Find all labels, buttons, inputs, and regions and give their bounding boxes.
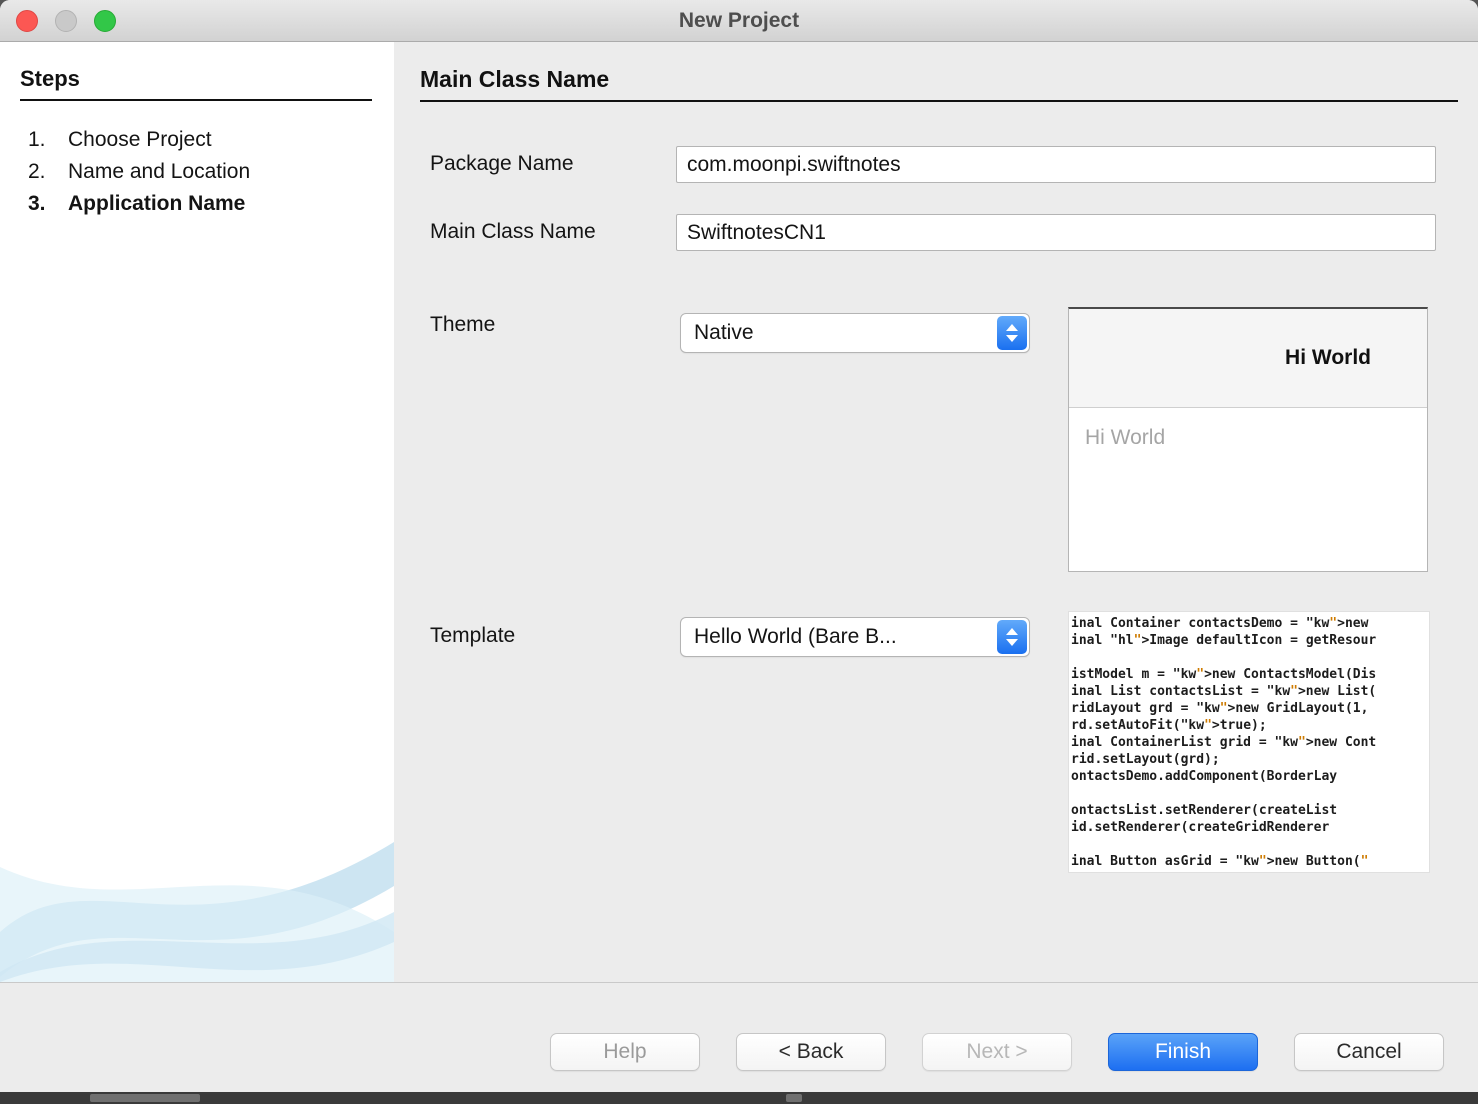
step-number: 1. bbox=[28, 128, 46, 152]
code-line: istModel m = "kw">new ContactsModel(Dis bbox=[1071, 666, 1429, 683]
finish-button[interactable]: Finish bbox=[1108, 1033, 1258, 1071]
obscured-window-strip bbox=[0, 1092, 1478, 1104]
panel-title-rule bbox=[420, 100, 1458, 102]
stepper-arrows-icon bbox=[997, 316, 1027, 350]
code-line: rid.setLayout(grd); bbox=[1071, 751, 1429, 768]
obscured-content bbox=[786, 1094, 802, 1102]
code-line: inal "hl">Image defaultIcon = getResour bbox=[1071, 632, 1429, 649]
code-line: rd.setAutoFit("kw">true); bbox=[1071, 717, 1429, 734]
code-line: inal List contactsList = "kw">new List( bbox=[1071, 683, 1429, 700]
package-name-input[interactable] bbox=[676, 146, 1436, 183]
next-button[interactable]: Next > bbox=[922, 1033, 1072, 1071]
theme-preview-titlebar-text: Hi World bbox=[1069, 309, 1427, 408]
step-item-application-name: 3. Application Name bbox=[0, 192, 394, 222]
window-title: New Project bbox=[0, 9, 1478, 33]
template-select-value: Hello World (Bare B... bbox=[694, 625, 897, 649]
code-line bbox=[1071, 785, 1429, 802]
obscured-content bbox=[90, 1094, 200, 1102]
code-line bbox=[1071, 649, 1429, 666]
dialog-footer: Help < Back Next > Finish Cancel bbox=[0, 982, 1478, 1092]
template-select[interactable]: Hello World (Bare B... bbox=[680, 617, 1030, 657]
panel-title: Main Class Name bbox=[420, 66, 609, 93]
stepper-arrows-icon bbox=[997, 620, 1027, 654]
code-line: ontactsDemo.addComponent(BorderLay bbox=[1071, 768, 1429, 785]
step-label: Application Name bbox=[68, 192, 245, 216]
main-class-name-label: Main Class Name bbox=[430, 220, 596, 244]
code-line: inal ContainerList grid = "kw">new Cont bbox=[1071, 734, 1429, 751]
step-label: Choose Project bbox=[68, 128, 212, 152]
main-panel: Main Class Name Package Name Main Class … bbox=[394, 42, 1478, 982]
step-label: Name and Location bbox=[68, 160, 250, 184]
watermark-graphic bbox=[0, 782, 394, 982]
code-line: id.setRenderer(createGridRenderer bbox=[1071, 819, 1429, 836]
step-number: 2. bbox=[28, 160, 46, 184]
steps-heading-rule bbox=[20, 99, 372, 101]
steps-heading: Steps bbox=[20, 66, 80, 92]
new-project-dialog: New Project Steps 1. Choose Project 2. N… bbox=[0, 0, 1478, 1104]
step-item-name-and-location: 2. Name and Location bbox=[0, 160, 394, 190]
theme-preview-image: Hi World Hi World bbox=[1068, 307, 1428, 572]
main-class-name-input[interactable] bbox=[676, 214, 1436, 251]
window-titlebar: New Project bbox=[0, 0, 1478, 42]
code-line: ontactsList.setRenderer(createList bbox=[1071, 802, 1429, 819]
template-code-preview: inal Container contactsDemo = "kw">new i… bbox=[1068, 611, 1430, 873]
code-line: inal Button asGrid = "kw">new Button(" bbox=[1071, 853, 1429, 870]
step-number: 3. bbox=[28, 192, 46, 216]
theme-label: Theme bbox=[430, 313, 495, 337]
code-line: inal Container contactsDemo = "kw">new bbox=[1071, 615, 1429, 632]
template-label: Template bbox=[430, 624, 515, 648]
back-button[interactable]: < Back bbox=[736, 1033, 886, 1071]
theme-preview-body-text: Hi World bbox=[1069, 408, 1427, 450]
theme-select-value: Native bbox=[694, 321, 754, 345]
theme-select[interactable]: Native bbox=[680, 313, 1030, 353]
code-line: ridLayout grd = "kw">new GridLayout(1, bbox=[1071, 700, 1429, 717]
steps-sidebar: Steps 1. Choose Project 2. Name and Loca… bbox=[0, 42, 394, 982]
cancel-button[interactable]: Cancel bbox=[1294, 1033, 1444, 1071]
package-name-label: Package Name bbox=[430, 152, 574, 176]
step-item-choose-project: 1. Choose Project bbox=[0, 128, 394, 158]
code-line bbox=[1071, 836, 1429, 853]
help-button[interactable]: Help bbox=[550, 1033, 700, 1071]
